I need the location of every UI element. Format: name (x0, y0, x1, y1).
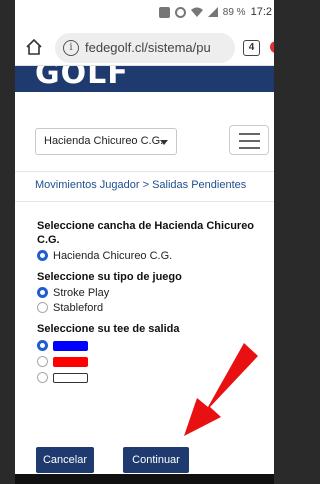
alarm-icon (174, 6, 186, 18)
game-option-stableford[interactable]: Stableford (37, 301, 274, 314)
tabs-icon[interactable]: 4 (243, 40, 260, 56)
course-radio[interactable] (37, 250, 48, 261)
battery-percent: 89 % (222, 6, 246, 18)
tee-blue-radio[interactable] (37, 340, 48, 351)
android-nav-bar (15, 474, 274, 484)
tee-question: Seleccione su tee de salida (37, 323, 180, 335)
stroke-play-label: Stroke Play (53, 286, 110, 299)
message-icon (158, 6, 170, 18)
clock: 17:2 (250, 6, 272, 18)
url-text: fedegolf.cl/sistema/pu (85, 40, 211, 55)
signal-icon (207, 7, 218, 17)
hamburger-menu-button[interactable] (229, 125, 269, 155)
game-question: Seleccione su tipo de juego (37, 271, 182, 283)
tee-blue-swatch (53, 340, 88, 351)
game-option-stroke-play[interactable]: Stroke Play (37, 286, 274, 299)
home-icon[interactable] (25, 38, 43, 56)
tee-white-swatch (53, 372, 88, 383)
tee-red-swatch (53, 356, 88, 367)
phone-screen: 89 % 17:2 i fedegolf.cl/sistema/pu 4 GOL… (15, 0, 274, 484)
breadcrumb[interactable]: Movimientos Jugador > Salidas Pendientes (35, 179, 246, 191)
info-icon[interactable]: i (63, 40, 79, 56)
stableford-radio[interactable] (37, 302, 48, 313)
continue-button[interactable]: Continuar (123, 447, 189, 473)
site-logo: GOLF (35, 66, 129, 91)
divider (15, 201, 274, 202)
status-bar: 89 % 17:2 (15, 0, 274, 30)
browser-toolbar: i fedegolf.cl/sistema/pu 4 (15, 30, 274, 66)
club-select-value: Hacienda Chicureo C.G. (44, 135, 164, 147)
club-row: Hacienda Chicureo C.G. (15, 92, 274, 172)
club-select[interactable]: Hacienda Chicureo C.G. (35, 128, 177, 155)
annotation-arrow-icon (184, 343, 258, 436)
cancel-button[interactable]: Cancelar (36, 447, 94, 473)
stableford-label: Stableford (53, 301, 104, 314)
course-option[interactable]: Hacienda Chicureo C.G. (37, 249, 274, 262)
site-header: GOLF (15, 66, 274, 92)
tee-red-radio[interactable] (37, 356, 48, 367)
tee-white-radio[interactable] (37, 372, 48, 383)
course-option-label: Hacienda Chicureo C.G. (53, 249, 173, 262)
browser-menu-icon[interactable] (270, 41, 274, 53)
address-bar[interactable]: i fedegolf.cl/sistema/pu (55, 33, 235, 63)
caret-down-icon (160, 140, 168, 145)
course-question: Seleccione cancha de Hacienda Chicureo C… (37, 220, 255, 246)
wifi-icon (190, 7, 203, 17)
stroke-play-radio[interactable] (37, 287, 48, 298)
